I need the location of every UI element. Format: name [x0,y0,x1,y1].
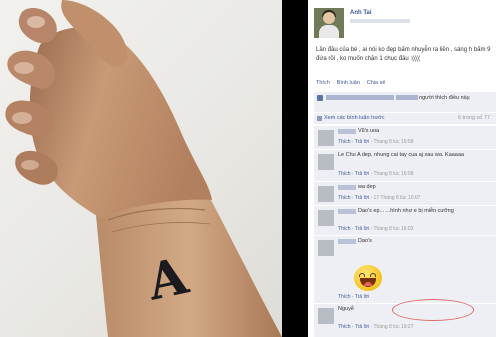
comment-like-link[interactable]: Thích [338,171,351,177]
comment-time: Tháng 8 lúc 19:27 [373,324,414,330]
comment-text: Dao's [358,238,372,244]
comment-reply-link[interactable]: Trả lời [355,139,369,145]
comment-time: Tháng 8 lúc 16:02 [373,226,414,232]
commenter-avatar[interactable] [318,186,334,202]
comment-meta: Thích · Trả lời · Tháng 8 lúc 16:08 [338,171,414,177]
comment-count: 6 trong số 77 [457,115,490,121]
comment-reply-link[interactable]: Trả lời [355,324,369,330]
comment-time: Tháng 8 lúc 16:08 [373,171,414,177]
likers-redacted[interactable] [326,95,394,101]
comment-time: Tháng 8 lúc 15:58 [373,139,414,145]
comment-reply-link[interactable]: Trả lời [355,171,369,177]
comment-reply-link[interactable]: Trả lời [355,195,369,201]
comment-text: wa dep [358,184,376,190]
share-link[interactable]: Chia sẻ [367,80,386,86]
laughing-face-icon [354,265,382,291]
tattoo-photo: A [0,0,282,337]
comment-item: Dao's ep... ...hình như e bị miễn cưỡng … [314,205,496,235]
thumbs-up-icon [317,95,323,101]
post-header: Anh Tai [314,8,494,42]
likers-redacted[interactable] [395,95,418,101]
divider [282,0,308,337]
author-avatar[interactable] [314,8,344,38]
comment-text: Le Chu A dep, nhung cai tay cua aj xau w… [338,152,464,158]
comment-meta: Thích · Trả lời · Tháng 8 lúc 19:27 [338,324,414,330]
comment-meta: Thích · Trả lời · Tháng 8 lúc 15:58 [338,139,414,145]
post-text: Lần đầu của bé , ai nói ko đẹp bấm nhuyễ… [316,47,491,62]
comment-text: Vũ's uoa [358,128,380,134]
comment-link[interactable]: Bình luận [337,80,360,86]
facebook-post-panel: Anh Tai Lần đầu của bé , ai nói ko đẹp b… [308,0,500,337]
comment-item: Vũ's uoa Thích · Trả lời · Tháng 8 lúc 1… [314,125,496,149]
comment-meta: Thích · Trả lời · 17 Tháng 8 lúc 10:07 [338,195,421,201]
comment-reply-link[interactable]: Trả lời [355,226,369,232]
post-actions: Thích · Bình luận · Chia sẻ [316,80,386,86]
comment-text: Dao's ep... ...hình như e bị miễn cưỡng [358,208,454,214]
author-meta-redacted [350,19,410,23]
comment-meta: Thích · Trả lời · Tháng 8 lúc 16:02 [338,226,414,232]
commenter-name-redacted[interactable] [338,129,356,134]
like-link[interactable]: Thích [316,80,330,86]
comment-time: 17 Tháng 8 lúc 10:07 [373,195,421,201]
highlight-circle [392,299,474,321]
comment-item: wa dep Thích · Trả lời · 17 Tháng 8 lúc … [314,181,496,205]
comment-meta: Thích · Trả lời [338,294,370,300]
author-name[interactable]: Anh Tai [350,10,372,16]
commenter-avatar[interactable] [318,130,334,146]
view-more-label[interactable]: Xem các bình luận trước [324,115,384,121]
comment-bubble-icon [317,116,322,121]
likes-text: người thích điều này. [419,95,471,101]
comment-like-link[interactable]: Thích [338,294,351,300]
commenter-name-redacted[interactable] [338,239,356,244]
commenter-avatar[interactable] [318,240,334,256]
commenter-avatar[interactable] [318,154,334,170]
comment-item: Dao's Thích · Trả lời [314,235,496,303]
commenter-avatar[interactable] [318,210,334,226]
comment-item: Le Chu A dep, nhung cai tay cua aj xau w… [314,149,496,181]
comment-like-link[interactable]: Thích [338,324,351,330]
view-more-comments[interactable]: Xem các bình luận trước 6 trong số 77 [314,113,496,124]
wrist-illustration: A [5,0,282,337]
likes-summary: người thích điều này. [314,92,496,112]
commenter-name-redacted[interactable] [338,185,356,190]
comment-reply-link[interactable]: Trả lời [355,294,369,300]
comment-like-link[interactable]: Thích [338,226,351,232]
commenter-name-redacted[interactable] [338,209,356,214]
comment-like-link[interactable]: Thích [338,195,351,201]
commenter-avatar[interactable] [318,308,334,324]
comment-like-link[interactable]: Thích [338,139,351,145]
